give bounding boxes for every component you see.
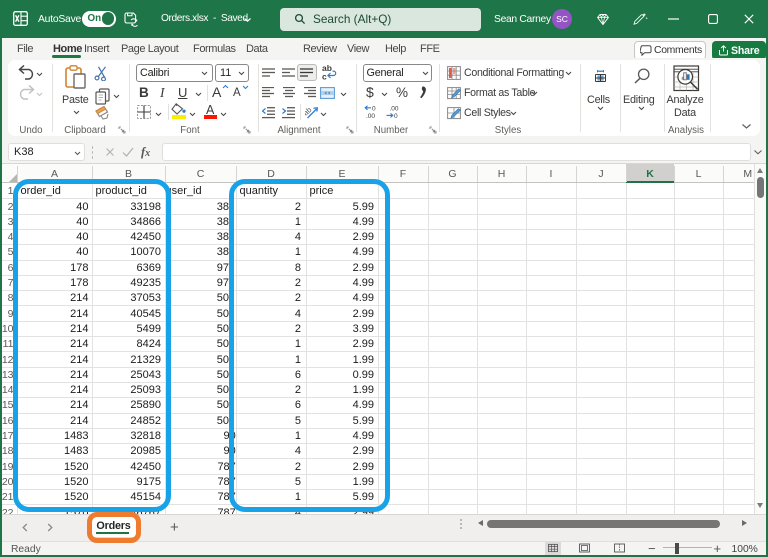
svg-text:0: 0 xyxy=(372,106,376,113)
svg-text:0: 0 xyxy=(394,113,398,119)
svg-text:c: c xyxy=(322,72,327,81)
svg-text:.00: .00 xyxy=(366,113,375,119)
svg-text:.00: .00 xyxy=(389,106,398,113)
